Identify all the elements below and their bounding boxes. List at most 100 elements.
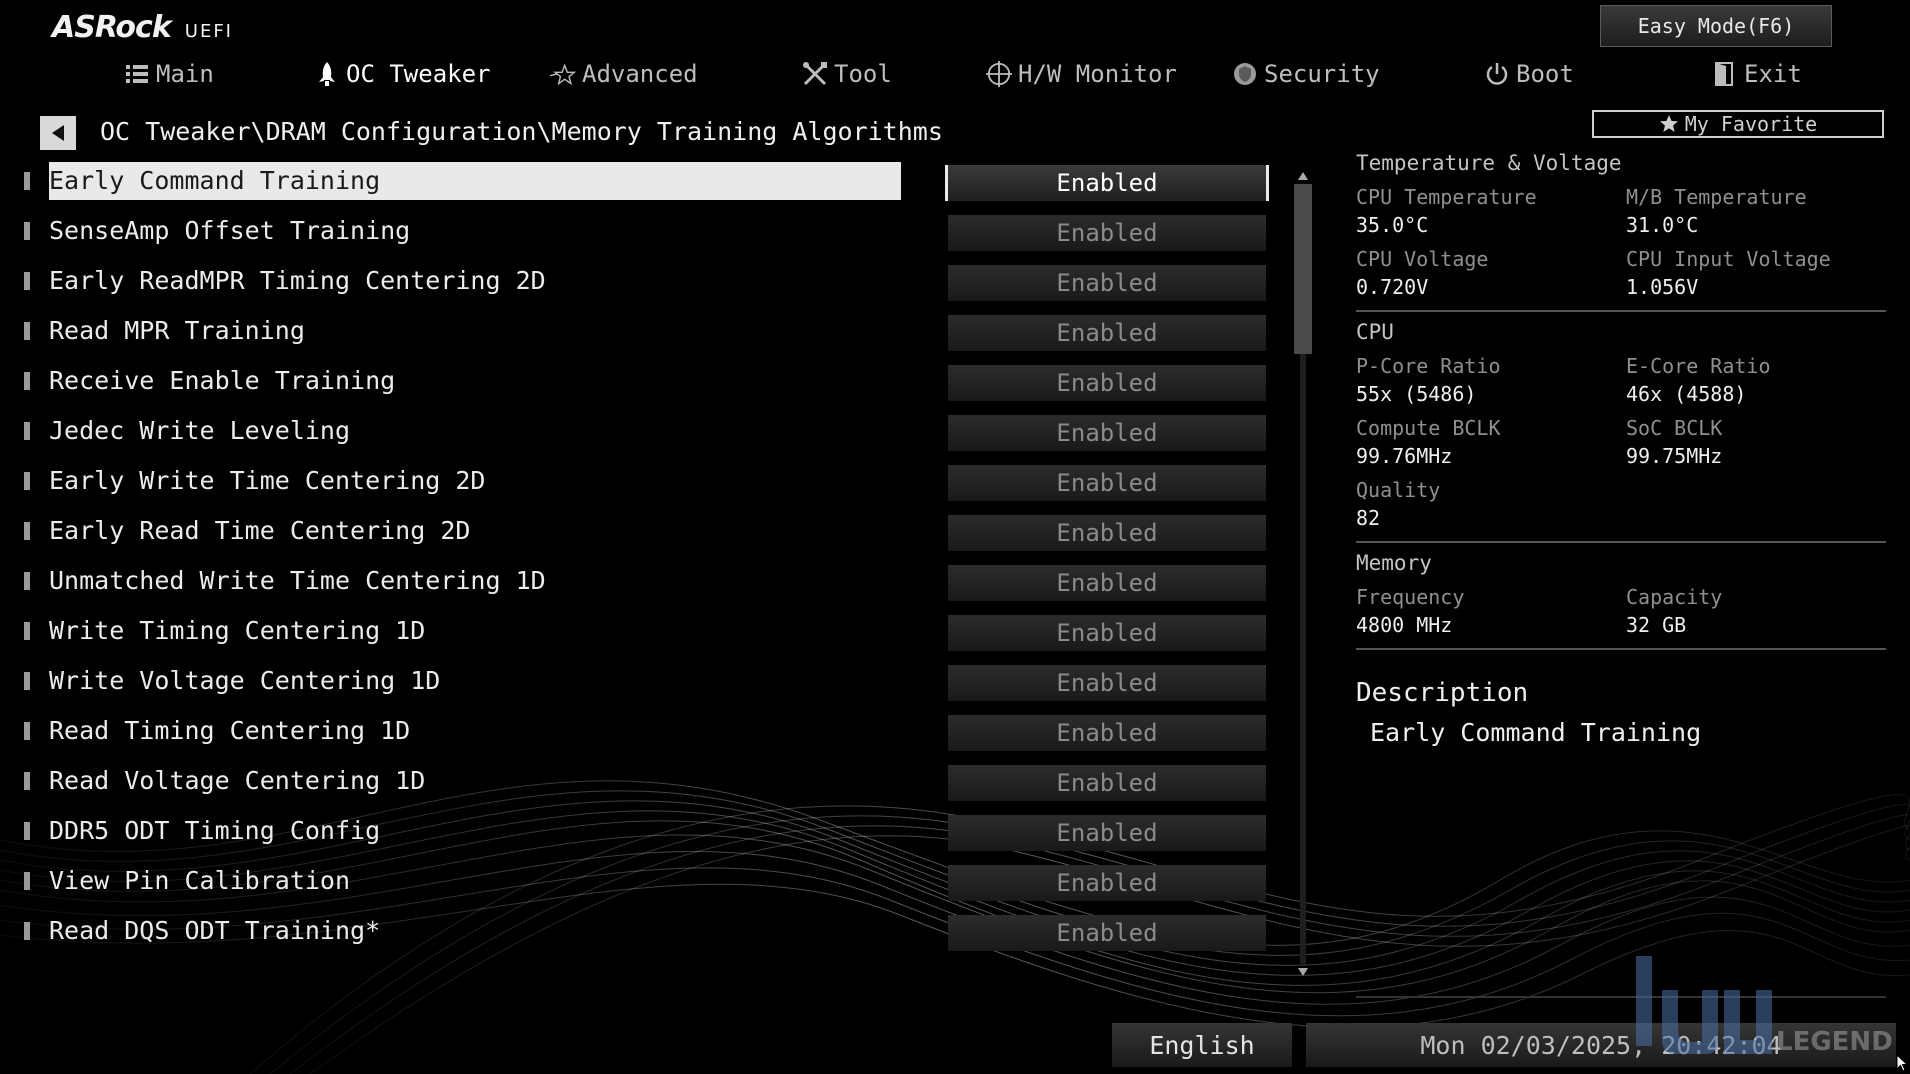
- setting-value-dropdown[interactable]: Enabled: [948, 365, 1266, 401]
- star-icon: [550, 61, 576, 87]
- tab-oc-tweaker[interactable]: OC Tweaker: [314, 56, 491, 92]
- separator: [1356, 541, 1886, 543]
- memory-frequency-value: 4800 MHz: [1356, 613, 1453, 637]
- setting-row-early-readmpr-timing-centering-2d[interactable]: Early ReadMPR Timing Centering 2D Enable…: [20, 262, 1266, 301]
- setting-value-dropdown[interactable]: Enabled: [948, 815, 1266, 851]
- setting-value-dropdown[interactable]: Enabled: [948, 665, 1266, 701]
- setting-label: Read Timing Centering 1D: [49, 716, 411, 745]
- tab-exit[interactable]: Exit: [1712, 56, 1802, 92]
- setting-label: Receive Enable Training: [49, 366, 396, 395]
- setting-label: Write Voltage Centering 1D: [49, 666, 441, 695]
- setting-row-early-write-time-centering-2d[interactable]: Early Write Time Centering 2D Enabled: [20, 462, 1266, 501]
- tab-tool-label: Tool: [834, 60, 892, 88]
- setting-value-dropdown[interactable]: Enabled: [948, 715, 1266, 751]
- tab-boot[interactable]: Boot: [1484, 56, 1574, 92]
- row-bullet: [24, 422, 30, 440]
- tab-security[interactable]: Security: [1232, 56, 1380, 92]
- setting-label: Read DQS ODT Training*: [49, 916, 381, 945]
- mb-temp-label: M/B Temperature: [1626, 185, 1807, 209]
- row-bullet: [24, 772, 30, 790]
- setting-value-dropdown[interactable]: Enabled: [948, 915, 1266, 951]
- memory-frequency-label: Frequency: [1356, 585, 1465, 609]
- setting-value-dropdown[interactable]: Enabled: [948, 615, 1266, 651]
- settings-scrollbar[interactable]: [1293, 170, 1313, 978]
- setting-row-unmatched-write-time-centering-1d[interactable]: Unmatched Write Time Centering 1D Enable…: [20, 562, 1266, 601]
- tab-security-label: Security: [1264, 60, 1380, 88]
- setting-value-dropdown[interactable]: Enabled: [948, 515, 1266, 551]
- setting-value-dropdown[interactable]: Enabled: [948, 565, 1266, 601]
- setting-row-read-voltage-centering-1d[interactable]: Read Voltage Centering 1D Enabled: [20, 762, 1266, 801]
- setting-row-read-mpr-training[interactable]: Read MPR Training Enabled: [20, 312, 1266, 351]
- setting-value-dropdown[interactable]: Enabled: [945, 165, 1269, 201]
- row-bullet: [24, 672, 30, 690]
- separator: [1356, 310, 1886, 312]
- tools-icon: [802, 61, 828, 87]
- setting-label: Early Command Training: [49, 162, 901, 200]
- power-icon: [1484, 61, 1510, 87]
- row-bullet: [24, 572, 30, 590]
- setting-value-dropdown[interactable]: Enabled: [948, 465, 1266, 501]
- asrock-logo: ASRock UEFI: [52, 10, 233, 45]
- setting-value-dropdown[interactable]: Enabled: [948, 865, 1266, 901]
- setting-value-dropdown[interactable]: Enabled: [948, 415, 1266, 451]
- setting-label: Unmatched Write Time Centering 1D: [49, 566, 546, 595]
- cpu-voltage-label: CPU Voltage: [1356, 247, 1489, 271]
- memory-capacity-label: Capacity: [1626, 585, 1723, 609]
- breadcrumb: OC Tweaker\DRAM Configuration\Memory Tra…: [100, 117, 943, 146]
- setting-value-dropdown[interactable]: Enabled: [948, 765, 1266, 801]
- watermark-logo: LEGEND: [1636, 950, 1906, 1060]
- setting-label: Read MPR Training: [49, 316, 305, 345]
- setting-row-write-voltage-centering-1d[interactable]: Write Voltage Centering 1D Enabled: [20, 662, 1266, 701]
- tab-main[interactable]: Main: [124, 56, 214, 92]
- setting-label: View Pin Calibration: [49, 866, 351, 895]
- tab-hw-monitor-label: H/W Monitor: [1018, 60, 1177, 88]
- setting-label: Early ReadMPR Timing Centering 2D: [49, 266, 546, 295]
- setting-value-dropdown[interactable]: Enabled: [948, 315, 1266, 351]
- easy-mode-button[interactable]: Easy Mode(F6): [1600, 5, 1832, 47]
- setting-row-jedec-write-leveling[interactable]: Jedec Write Leveling Enabled: [20, 412, 1266, 451]
- setting-row-read-timing-centering-1d[interactable]: Read Timing Centering 1D Enabled: [20, 712, 1266, 751]
- my-favorite-button[interactable]: My Favorite: [1592, 110, 1884, 138]
- soc-bclk-label: SoC BCLK: [1626, 416, 1723, 440]
- compute-bclk-value: 99.76MHz: [1356, 444, 1453, 468]
- description-title: Description: [1356, 678, 1529, 708]
- setting-row-receive-enable-training[interactable]: Receive Enable Training Enabled: [20, 362, 1266, 401]
- compute-bclk-label: Compute BCLK: [1356, 416, 1501, 440]
- language-button[interactable]: English: [1112, 1023, 1292, 1067]
- description-text: Early Command Training: [1370, 718, 1702, 747]
- setting-row-read-dqs-odt-training[interactable]: Read DQS ODT Training* Enabled: [20, 912, 1266, 951]
- scroll-down-icon[interactable]: [1298, 968, 1308, 976]
- crosshair-icon: [986, 61, 1012, 87]
- row-bullet: [24, 522, 30, 540]
- row-bullet: [24, 472, 30, 490]
- setting-row-ddr5-odt-timing-config[interactable]: DDR5 ODT Timing Config Enabled: [20, 812, 1266, 851]
- setting-label: Early Write Time Centering 2D: [49, 466, 486, 495]
- setting-value-dropdown[interactable]: Enabled: [948, 265, 1266, 301]
- ecore-ratio-value: 46x (4588): [1626, 382, 1747, 406]
- tab-tool[interactable]: Tool: [802, 56, 892, 92]
- rocket-icon: [314, 61, 340, 87]
- scroll-thumb[interactable]: [1294, 184, 1312, 354]
- scroll-up-icon[interactable]: [1298, 172, 1308, 180]
- tab-exit-label: Exit: [1744, 60, 1802, 88]
- row-bullet: [24, 322, 30, 340]
- back-button[interactable]: [40, 116, 76, 150]
- setting-row-senseamp-offset-training[interactable]: SenseAmp Offset Training Enabled: [20, 212, 1266, 251]
- setting-label: DDR5 ODT Timing Config: [49, 816, 381, 845]
- setting-value-dropdown[interactable]: Enabled: [948, 215, 1266, 251]
- setting-label: Jedec Write Leveling: [49, 416, 351, 445]
- tab-advanced[interactable]: Advanced: [550, 56, 698, 92]
- row-bullet: [24, 722, 30, 740]
- quality-label: Quality: [1356, 478, 1441, 502]
- brand-sub: UEFI: [184, 21, 233, 42]
- setting-row-early-read-time-centering-2d[interactable]: Early Read Time Centering 2D Enabled: [20, 512, 1266, 551]
- row-bullet: [24, 172, 30, 190]
- favorite-star-icon: [1659, 115, 1678, 132]
- tab-hw-monitor[interactable]: H/W Monitor: [986, 56, 1177, 92]
- setting-label: Write Timing Centering 1D: [49, 616, 426, 645]
- setting-row-early-command-training[interactable]: Early Command Training Enabled: [20, 162, 1269, 201]
- setting-row-write-timing-centering-1d[interactable]: Write Timing Centering 1D Enabled: [20, 612, 1266, 651]
- row-bullet: [24, 272, 30, 290]
- setting-label: SenseAmp Offset Training: [49, 216, 411, 245]
- setting-row-view-pin-calibration[interactable]: View Pin Calibration Enabled: [20, 862, 1266, 901]
